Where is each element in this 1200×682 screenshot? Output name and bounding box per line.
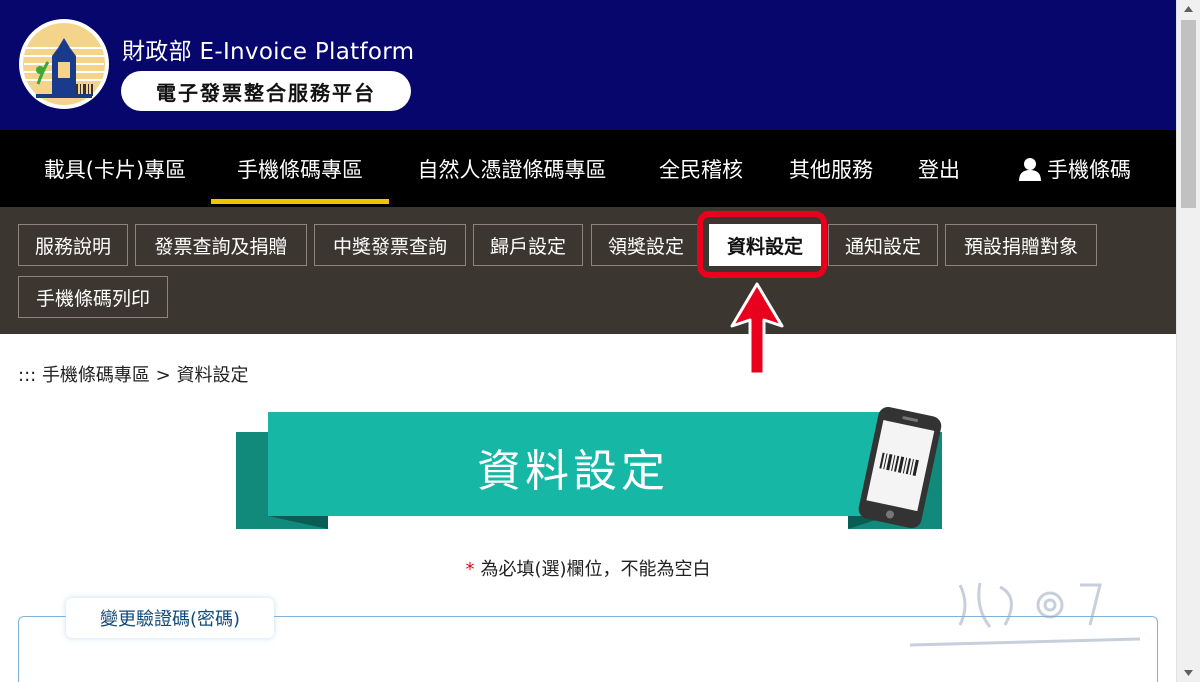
- nav-item-carrier-card[interactable]: 載具(卡片)專區: [20, 130, 210, 207]
- watermark-logo-icon: [909, 582, 1141, 647]
- breadcrumb-section-link[interactable]: 手機條碼專區: [42, 365, 150, 386]
- nav-item-audit[interactable]: 全民稽核: [636, 130, 766, 207]
- required-note-text: 為必填(選)欄位，不能為空白: [480, 559, 711, 580]
- page: 財政部 E-Invoice Platform 電子發票整合服務平台 載具(卡片)…: [0, 0, 1200, 682]
- nav-item-other-services[interactable]: 其他服務: [766, 130, 896, 207]
- nav-item-account-label: 手機條碼: [1047, 157, 1131, 182]
- site-subtitle-badge[interactable]: 電子發票整合服務平台: [121, 71, 411, 111]
- scroll-down-arrow-icon[interactable]: [1177, 664, 1200, 682]
- main-nav: 載具(卡片)專區 手機條碼專區 自然人憑證條碼專區 全民稽核 其他服務 登出 手…: [0, 130, 1176, 207]
- subnav-default-donation[interactable]: 預設捐贈對象: [945, 224, 1097, 266]
- subnav-notification-settings[interactable]: 通知設定: [828, 224, 938, 266]
- subnav-data-settings[interactable]: 資料設定: [709, 224, 821, 266]
- subnav-invoice-query-donate[interactable]: 發票查詢及捐贈: [135, 224, 307, 266]
- site-title: 財政部 E-Invoice Platform: [122, 39, 415, 65]
- scroll-up-arrow-icon[interactable]: [1177, 0, 1200, 18]
- page-title: 資料設定: [477, 446, 669, 497]
- breadcrumb-current: 資料設定: [176, 365, 249, 386]
- breadcrumb-prefix: :::: [18, 365, 37, 386]
- nav-item-mobile-barcode[interactable]: 手機條碼專區: [211, 130, 389, 207]
- subnav-winning-invoice-query[interactable]: 中獎發票查詢: [314, 224, 466, 266]
- change-password-legend: 變更驗證碼(密碼): [66, 598, 274, 638]
- site-header: 財政部 E-Invoice Platform 電子發票整合服務平台: [0, 0, 1176, 130]
- subnav-barcode-print[interactable]: 手機條碼列印: [18, 276, 168, 318]
- subnav-service-info[interactable]: 服務說明: [18, 224, 128, 266]
- red-arrow-icon: [730, 282, 784, 376]
- nav-item-citizen-certificate[interactable]: 自然人憑證條碼專區: [390, 130, 634, 207]
- subnav-prize-settings[interactable]: 領獎設定: [591, 224, 701, 266]
- vertical-scrollbar[interactable]: [1176, 0, 1200, 682]
- breadcrumb: ::: 手機條碼專區 > 資料設定: [18, 361, 249, 387]
- subnav-account-linking[interactable]: 歸戶設定: [473, 224, 583, 266]
- nav-item-account[interactable]: 手機條碼: [1000, 130, 1150, 207]
- ministry-logo-icon[interactable]: [18, 18, 110, 110]
- required-star: *: [465, 559, 475, 580]
- breadcrumb-separator: >: [155, 365, 171, 386]
- scroll-thumb[interactable]: [1181, 20, 1196, 208]
- user-icon: [1019, 157, 1041, 181]
- nav-item-logout[interactable]: 登出: [896, 130, 982, 207]
